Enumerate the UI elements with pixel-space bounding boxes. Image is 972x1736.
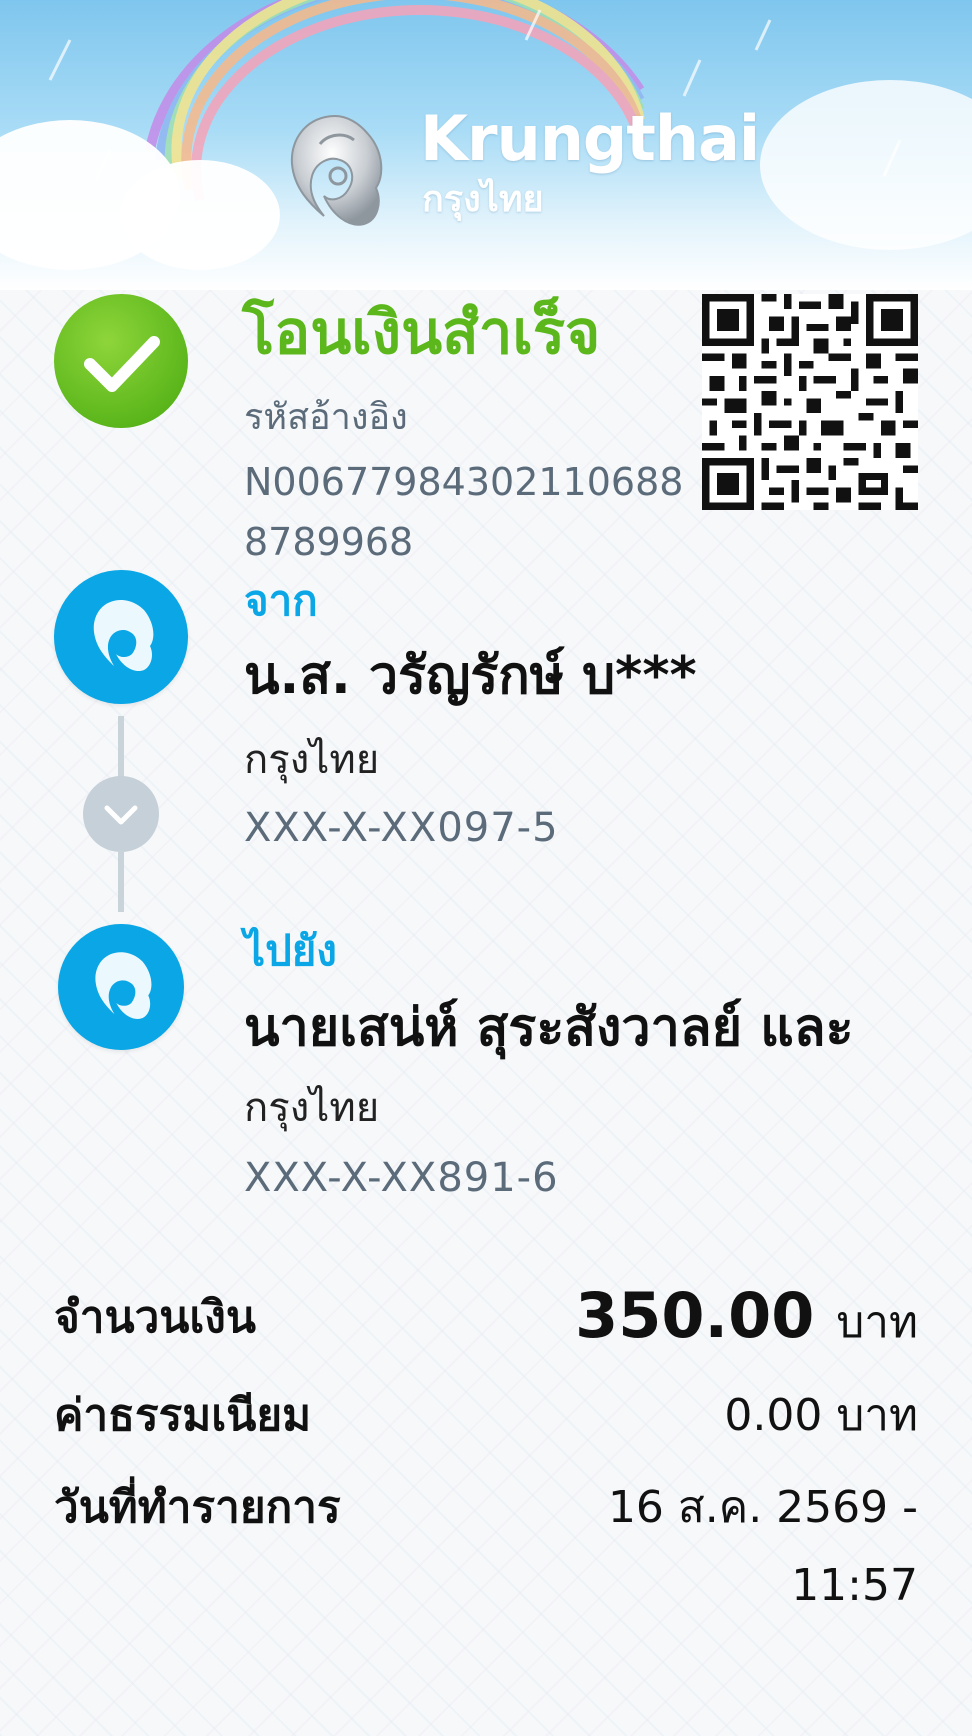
from-bank: กรุงไทย [244, 737, 380, 783]
reference-label: รหัสอ้างอิง [244, 397, 408, 438]
status-title: โอนเงินสำเร็จ [242, 298, 601, 368]
krungthai-emblem-icon [290, 114, 383, 226]
from-label: จาก [244, 576, 318, 625]
date-label: วันที่ทำรายการ [54, 1482, 341, 1533]
success-badge [54, 294, 188, 428]
transfer-direction-badge [83, 776, 159, 852]
chevron-down-icon [104, 805, 138, 825]
from-account: XXX-X-XX097-5 [244, 805, 559, 851]
amount-value: 350.00 [575, 1279, 815, 1352]
krungthai-bird-icon [93, 600, 154, 672]
header-banner: Krungthai กรุงไทย [0, 0, 972, 290]
to-name: นายเสน่ห์ สุระสังวาลย์ และ [244, 998, 854, 1058]
to-bank-logo [58, 924, 184, 1050]
time-value: 11:57 [791, 1560, 918, 1611]
reference-value: N006779843021106888789968 [244, 460, 684, 564]
transfer-connector-top [118, 716, 124, 778]
amount-unit: บาท [836, 1297, 918, 1348]
qr-code-icon[interactable] [702, 294, 918, 510]
check-icon [84, 336, 160, 392]
transfer-connector-bottom [118, 850, 124, 912]
amount-label: จำนวนเงิน [54, 1292, 256, 1343]
to-account: XXX-X-XX891-6 [244, 1155, 559, 1201]
to-bank: กรุงไทย [244, 1085, 380, 1131]
amount-value-row: 350.00 บาท [575, 1279, 918, 1352]
krungthai-bird-icon [95, 952, 152, 1020]
to-label: ไปยัง [244, 926, 337, 975]
brand-name-thai: กรุงไทย [422, 179, 544, 220]
cloud-left-2 [120, 160, 280, 270]
from-name: น.ส. วรัญรักษ์ บ*** [244, 646, 697, 706]
brand-name: Krungthai [420, 102, 760, 175]
date-value: 16 ส.ค. 2569 - [607, 1482, 918, 1533]
fee-value: 0.00 บาท [724, 1390, 918, 1441]
fee-label: ค่าธรรมเนียม [54, 1390, 312, 1441]
from-bank-logo [54, 570, 188, 704]
